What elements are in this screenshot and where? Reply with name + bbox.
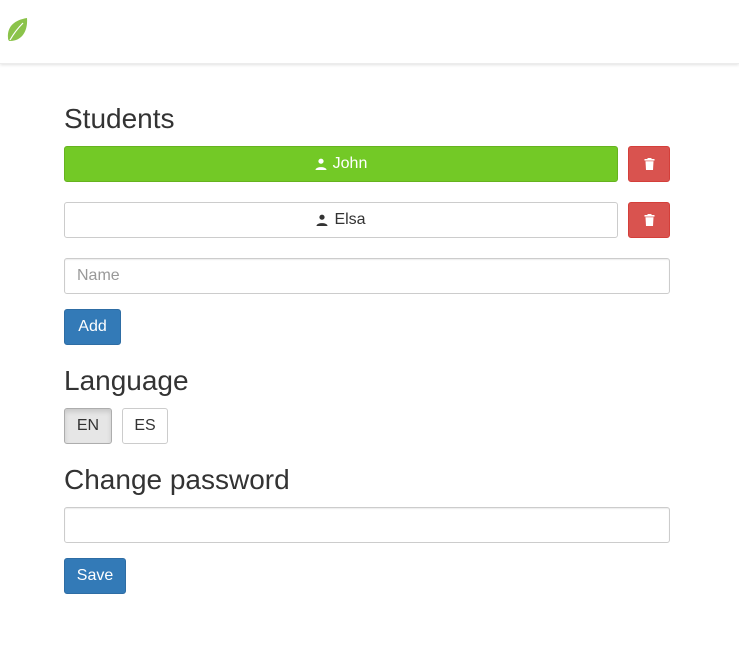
trash-icon [644,158,654,170]
student-name-input[interactable] [64,258,670,294]
language-option-en[interactable]: EN [64,408,112,444]
leaf-icon[interactable] [6,17,30,43]
password-input[interactable] [64,507,670,543]
student-row: Elsa [64,202,670,238]
students-heading: Students [64,103,175,134]
language-heading: Language [64,365,189,396]
trash-icon [644,214,654,226]
top-navbar [0,0,739,64]
delete-student-button[interactable] [628,202,670,238]
add-student-button[interactable]: Add [64,309,121,345]
user-icon [316,214,328,226]
language-option-es[interactable]: ES [122,408,168,444]
save-password-button[interactable]: Save [64,558,126,594]
user-icon [315,158,327,170]
change-password-heading: Change password [64,464,290,495]
student-button-john[interactable]: John [64,146,618,182]
student-name: John [332,155,368,172]
student-name: Elsa [334,211,366,228]
student-row: John [64,146,670,182]
student-button-elsa[interactable]: Elsa [64,202,618,238]
delete-student-button[interactable] [628,146,670,182]
